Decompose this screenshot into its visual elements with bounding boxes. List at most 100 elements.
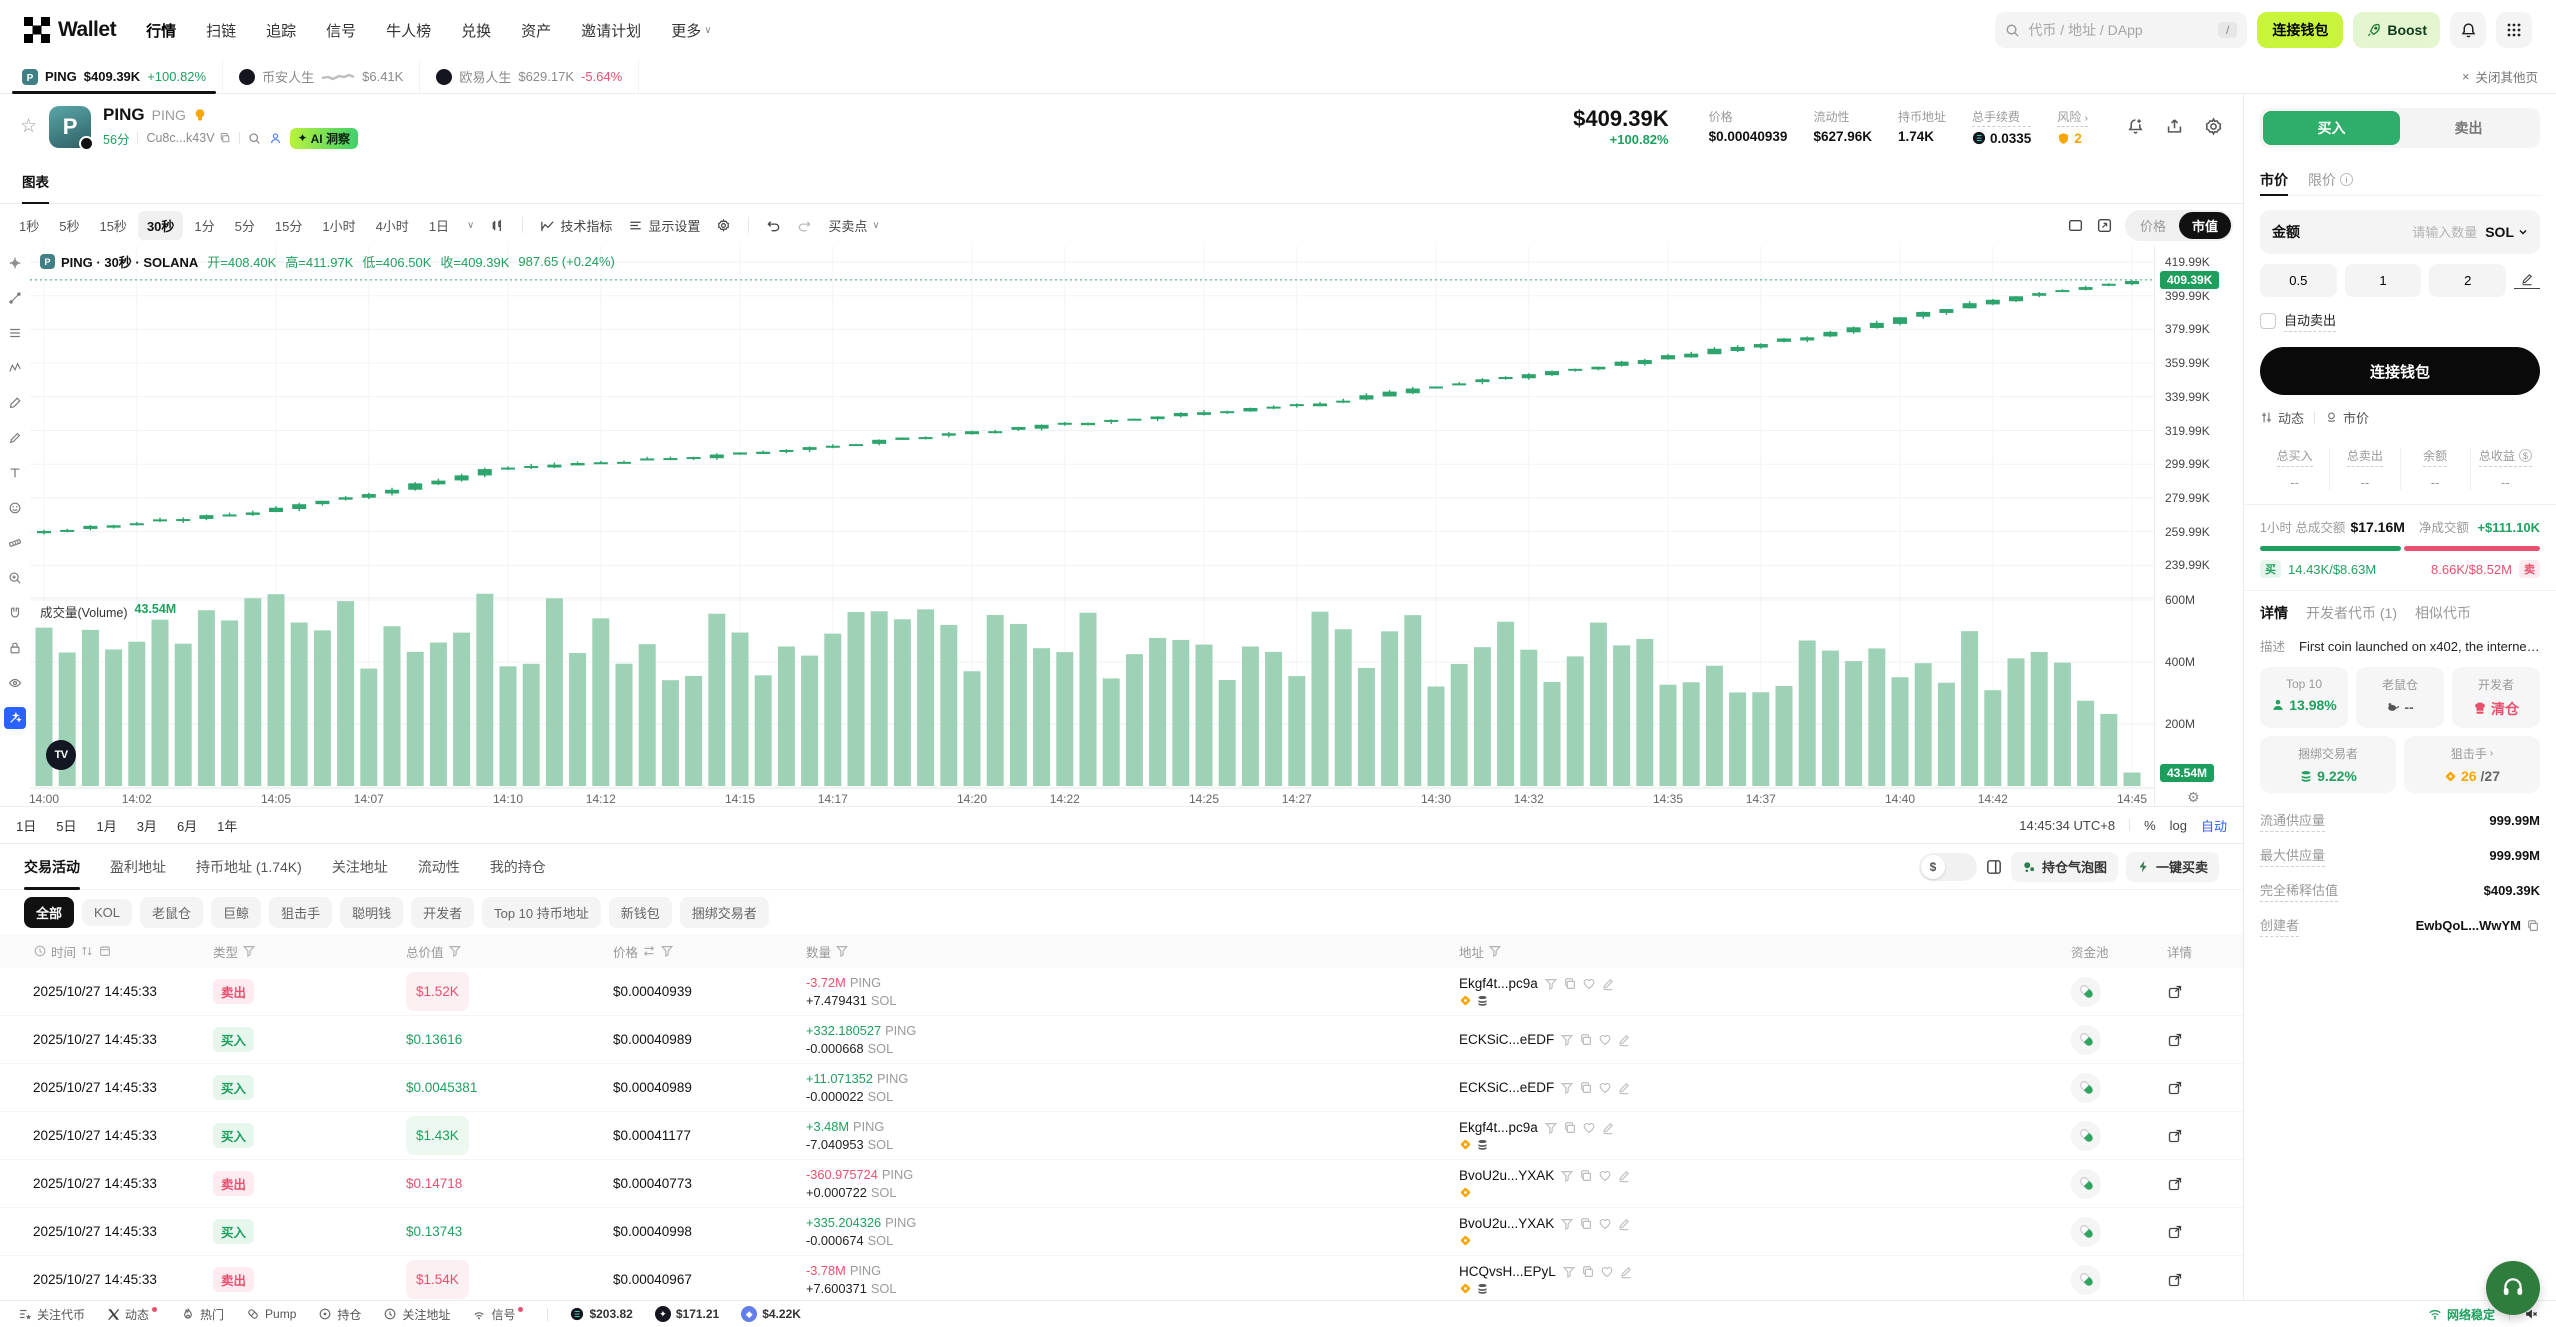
nav-item-扫链[interactable]: 扫链 — [206, 20, 236, 41]
column-header-总价值[interactable]: 总价值 — [406, 942, 613, 961]
activity-tab-流动性[interactable]: 流动性 — [418, 844, 460, 889]
risk-card-狙击手[interactable]: 狙击手 ›26/27 — [2404, 736, 2540, 793]
external-link-icon[interactable] — [2167, 1224, 2241, 1240]
ticker-sol[interactable]: $203.82 — [570, 1307, 632, 1321]
chart-settings-gear-icon[interactable] — [709, 214, 738, 237]
tab-sell[interactable]: 卖出 — [2400, 111, 2537, 145]
timeframe-5秒[interactable]: 5秒 — [50, 211, 88, 240]
support-fab[interactable] — [2486, 1261, 2540, 1315]
external-link-icon[interactable] — [2167, 1272, 2241, 1288]
scale-option-价格[interactable]: 价格 — [2127, 212, 2179, 239]
percent-scale-button[interactable]: % — [2144, 818, 2156, 833]
tab-buy[interactable]: 买入 — [2263, 111, 2400, 145]
range-5日[interactable]: 5日 — [56, 816, 76, 835]
cell-address[interactable]: ECKSiC...eEDF — [1459, 1032, 2071, 1047]
eye-tool[interactable] — [4, 672, 26, 694]
table-row[interactable]: 2025/10/27 14:45:33买入$0.13616$0.00040989… — [0, 1016, 2243, 1064]
quick-amount-0.5[interactable]: 0.5 — [2260, 264, 2337, 297]
tradingview-logo[interactable]: TV — [46, 740, 76, 770]
sidebar-connect-wallet-button[interactable]: 连接钱包 — [2260, 347, 2540, 395]
timeframe-30秒[interactable]: 30秒 — [138, 211, 183, 240]
timeframe-1秒[interactable]: 1秒 — [10, 211, 48, 240]
dynamic-slippage[interactable]: 动态 — [2260, 408, 2304, 427]
boost-button[interactable]: Boost — [2353, 12, 2440, 48]
token-search-icon[interactable] — [248, 132, 261, 145]
pattern-tool[interactable] — [4, 357, 26, 379]
close-other-tabs-button[interactable]: ×关闭其他页 — [2462, 60, 2556, 93]
risk-card-开发者[interactable]: 开发者清仓 — [2452, 667, 2540, 728]
fullscreen-icon[interactable] — [2096, 217, 2113, 234]
auto-scale-button[interactable]: 自动 — [2201, 816, 2227, 835]
statusbar-动态[interactable]: 动态 — [107, 1306, 159, 1323]
cell-address[interactable]: BvoU2u...YXAK — [1459, 1216, 2071, 1247]
pool-capsule-icon[interactable] — [2071, 1121, 2101, 1151]
scale-option-市值[interactable]: 市值 — [2179, 212, 2231, 239]
activity-tab-我的持仓[interactable]: 我的持仓 — [490, 844, 546, 889]
column-header-类型[interactable]: 类型 — [213, 942, 406, 961]
filter-chip-老鼠仓[interactable]: 老鼠仓 — [140, 897, 203, 928]
trade-marks-dropdown[interactable]: 买卖点∨ — [821, 212, 886, 239]
tab-chart[interactable]: 图表 — [22, 159, 49, 203]
nav-item-更多[interactable]: 更多∨ — [671, 20, 711, 41]
column-header-详情[interactable]: 详情 — [2167, 942, 2241, 961]
pool-capsule-icon[interactable] — [2071, 1073, 2101, 1103]
nav-item-追踪[interactable]: 追踪 — [266, 20, 296, 41]
token-tab-币安人生[interactable]: 币安人生$6.41K — [223, 60, 420, 93]
table-row[interactable]: 2025/10/27 14:45:33买入$1.43K$0.00041177+3… — [0, 1112, 2243, 1160]
external-link-icon[interactable] — [2167, 984, 2241, 1000]
external-link-icon[interactable] — [2167, 1176, 2241, 1192]
ticker-eth[interactable]: ◆$4.22K — [741, 1306, 801, 1322]
favorite-star-icon[interactable]: ☆ — [20, 115, 37, 138]
amount-input-box[interactable]: 金额 SOL — [2260, 210, 2540, 254]
holdings-bubble-button[interactable]: 持仓气泡图 — [2011, 852, 2118, 882]
statusbar-关注地址[interactable]: 关注地址 — [383, 1306, 450, 1323]
timeframe-1小时[interactable]: 1小时 — [313, 211, 364, 240]
edit-amounts-icon[interactable] — [2514, 272, 2540, 289]
timeframe-1日[interactable]: 1日 — [420, 211, 458, 240]
range-1年[interactable]: 1年 — [217, 816, 237, 835]
okx-wallet-logo[interactable]: Wallet — [24, 17, 116, 43]
zoom-tool[interactable] — [4, 567, 26, 589]
range-1月[interactable]: 1月 — [96, 816, 116, 835]
copy-icon[interactable] — [219, 132, 231, 144]
risk-card-老鼠仓[interactable]: 老鼠仓-- — [2356, 667, 2444, 728]
statusbar-Pump[interactable]: Pump — [246, 1307, 296, 1321]
cell-address[interactable]: BvoU2u...YXAK — [1459, 1168, 2071, 1199]
candle-style-icon[interactable] — [483, 214, 512, 237]
activity-tab-关注地址[interactable]: 关注地址 — [332, 844, 388, 889]
token-tab-PING[interactable]: PPING$409.39K+100.82% — [6, 60, 223, 93]
column-header-数量[interactable]: 数量 — [806, 942, 1459, 961]
panel-layout-icon[interactable] — [2067, 217, 2084, 234]
candlestick-chart[interactable]: PPING · 30秒 · SOLANA 开=408.40K 高=411.97K… — [30, 246, 2154, 806]
timeframe-5分[interactable]: 5分 — [226, 211, 264, 240]
magnet-tool[interactable] — [4, 602, 26, 624]
share-icon[interactable] — [2165, 117, 2184, 136]
nav-item-行情[interactable]: 行情 — [146, 20, 176, 41]
timeframe-1分[interactable]: 1分 — [185, 211, 223, 240]
undo-icon[interactable] — [759, 214, 788, 237]
pool-capsule-icon[interactable] — [2071, 1025, 2101, 1055]
filter-chip-Top 10 持币地址[interactable]: Top 10 持币地址 — [482, 897, 601, 928]
settings-gear-icon[interactable] — [2204, 117, 2223, 136]
cell-address[interactable]: HCQvsH...EPyL — [1459, 1264, 2071, 1295]
ruler-tool[interactable] — [4, 532, 26, 554]
range-3月[interactable]: 3月 — [137, 816, 157, 835]
emoji-tool[interactable] — [4, 497, 26, 519]
apps-menu-button[interactable] — [2496, 12, 2532, 48]
column-settings-icon[interactable] — [1985, 858, 2003, 876]
ai-insight-badge[interactable]: ✦AI 洞察 — [290, 128, 358, 149]
table-row[interactable]: 2025/10/27 14:45:33卖出$1.52K$0.00040939-3… — [0, 968, 2243, 1016]
pool-capsule-icon[interactable] — [2071, 1169, 2101, 1199]
range-6月[interactable]: 6月 — [177, 816, 197, 835]
filter-chip-全部[interactable]: 全部 — [24, 897, 74, 928]
pool-capsule-icon[interactable] — [2071, 977, 2101, 1007]
tab-limit-order[interactable]: 限价i — [2308, 164, 2353, 195]
statusbar-持仓[interactable]: 持仓 — [318, 1306, 361, 1323]
redo-icon[interactable] — [790, 214, 819, 237]
currency-select[interactable]: SOL — [2485, 224, 2528, 240]
nav-item-邀请计划[interactable]: 邀请计划 — [581, 20, 641, 41]
search-input[interactable] — [2028, 22, 2210, 38]
risk-card-Top 10[interactable]: Top 1013.98% — [2260, 667, 2348, 728]
risk-card-捆绑交易者[interactable]: 捆绑交易者9.22% — [2260, 736, 2396, 793]
external-link-icon[interactable] — [2167, 1080, 2241, 1096]
